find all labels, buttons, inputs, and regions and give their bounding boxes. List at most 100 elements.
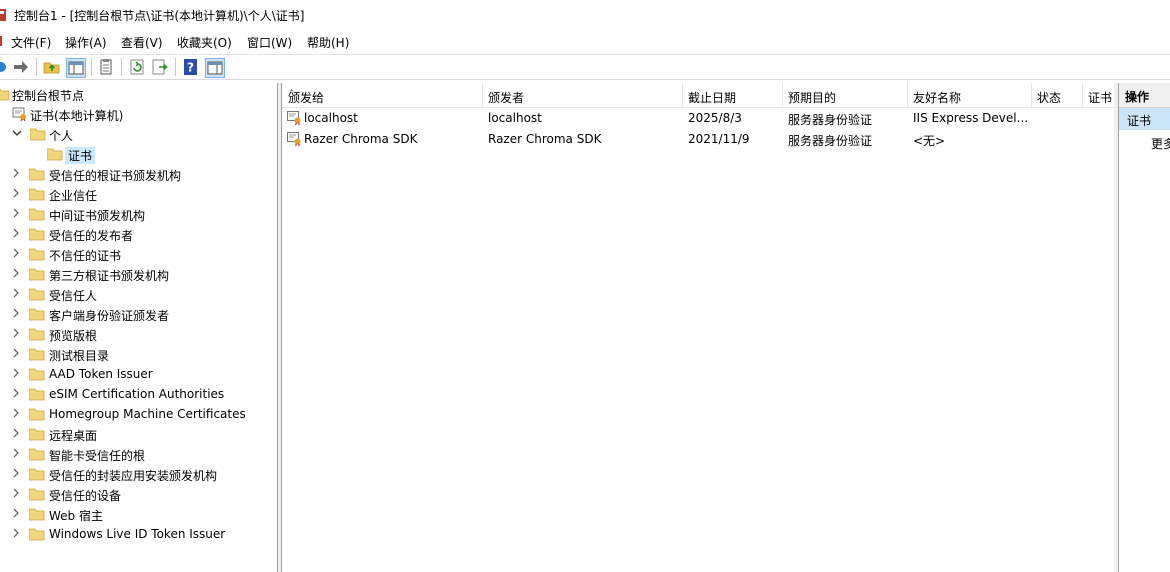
tree-node-store[interactable]: 预览版根 bbox=[0, 324, 277, 344]
tree-node-store[interactable]: Homegroup Machine Certificates bbox=[0, 404, 277, 424]
chevron-right-icon[interactable] bbox=[11, 248, 21, 258]
table-row[interactable]: localhost localhost 2025/8/3 服务器身份验证 IIS… bbox=[282, 108, 1114, 129]
help-icon[interactable]: ? bbox=[182, 58, 200, 76]
menu-view[interactable]: 查看(V) bbox=[121, 34, 163, 51]
toolbar-separator bbox=[91, 58, 92, 76]
folder-icon bbox=[47, 148, 63, 161]
chevron-right-icon[interactable] bbox=[11, 268, 21, 278]
tree-node-label: 不信任的证书 bbox=[49, 249, 122, 263]
chevron-right-icon[interactable] bbox=[11, 188, 21, 198]
menu-action[interactable]: 操作(A) bbox=[65, 34, 107, 51]
forward-icon[interactable] bbox=[12, 58, 30, 76]
chevron-right-icon[interactable] bbox=[11, 288, 21, 298]
tree-node-store[interactable]: 受信任的封装应用安装颁发机构 bbox=[0, 464, 277, 484]
actions-pane: 操作 证书 更多 bbox=[1118, 83, 1170, 572]
chevron-right-icon[interactable] bbox=[11, 308, 21, 318]
properties-icon[interactable] bbox=[97, 58, 115, 76]
menu-window[interactable]: 窗口(W) bbox=[247, 34, 292, 51]
chevron-right-icon[interactable] bbox=[11, 508, 21, 518]
column-header-certificate-template[interactable]: 证书 bbox=[1082, 83, 1114, 107]
chevron-down-icon[interactable] bbox=[12, 128, 22, 138]
chevron-right-icon[interactable] bbox=[11, 328, 21, 338]
chevron-right-icon[interactable] bbox=[11, 348, 21, 358]
chevron-right-icon[interactable] bbox=[11, 388, 21, 398]
chevron-right-icon[interactable] bbox=[11, 488, 21, 498]
tree-node-store[interactable]: 受信任的根证书颁发机构 bbox=[0, 164, 277, 184]
menu-bar: 文件(F) 操作(A) 查看(V) 收藏夹(O) 窗口(W) 帮助(H) bbox=[0, 31, 1170, 53]
folder-icon bbox=[29, 248, 45, 261]
tree-node-store[interactable]: 第三方根证书颁发机构 bbox=[0, 264, 277, 284]
show-hide-tree-icon[interactable] bbox=[66, 58, 86, 78]
tree-node-certificates-local-computer[interactable]: 证书(本地计算机) bbox=[0, 104, 277, 124]
list-header: 颁发给 ⌃ 颁发者 截止日期 预期目的 友好名称 状态 证书 bbox=[282, 83, 1114, 108]
chevron-right-icon[interactable] bbox=[11, 528, 21, 538]
console-app-icon bbox=[0, 9, 6, 21]
folder-icon bbox=[29, 268, 45, 281]
svg-text:?: ? bbox=[187, 61, 194, 75]
tree-node-store[interactable]: 中间证书颁发机构 bbox=[0, 204, 277, 224]
menu-favorites[interactable]: 收藏夹(O) bbox=[177, 34, 232, 51]
tree-node-store[interactable]: 不信任的证书 bbox=[0, 244, 277, 264]
chevron-right-icon[interactable] bbox=[11, 448, 21, 458]
chevron-right-icon[interactable] bbox=[11, 228, 21, 238]
tree-node-label: Homegroup Machine Certificates bbox=[49, 407, 246, 421]
certificate-icon bbox=[287, 111, 301, 125]
tree-node-store[interactable]: 受信任的发布者 bbox=[0, 224, 277, 244]
tree-node-personal[interactable]: 个人 bbox=[0, 124, 277, 144]
tree-node-store[interactable]: Windows Live ID Token Issuer bbox=[0, 524, 277, 544]
folder-icon bbox=[29, 328, 45, 341]
console-tree-pane: 控制台根节点 证书(本地计算机) 个人 证书 受信任的根证书颁发机构 企业信任 bbox=[0, 83, 278, 572]
up-folder-icon[interactable] bbox=[43, 58, 61, 76]
chevron-right-icon[interactable] bbox=[11, 368, 21, 378]
tree-node-store[interactable]: 测试根目录 bbox=[0, 344, 277, 364]
chevron-right-icon[interactable] bbox=[11, 408, 21, 418]
export-list-icon[interactable] bbox=[151, 58, 169, 76]
toolbar-separator bbox=[175, 58, 176, 76]
show-hide-action-pane-icon[interactable] bbox=[205, 58, 225, 78]
table-row[interactable]: Razer Chroma SDK Razer Chroma SDK 2021/1… bbox=[282, 129, 1114, 150]
title-bar: 控制台1 - [控制台根节点\证书(本地计算机)\个人\证书] bbox=[0, 0, 1170, 30]
tree-node-store[interactable]: 智能卡受信任的根 bbox=[0, 444, 277, 464]
tree-node-store[interactable]: 客户端身份验证颁发者 bbox=[0, 304, 277, 324]
actions-section-certificates[interactable]: 证书 bbox=[1119, 108, 1170, 130]
tree-node-store[interactable]: Web 宿主 bbox=[0, 504, 277, 524]
column-header-issued-by[interactable]: 颁发者 bbox=[482, 83, 683, 107]
column-header-status[interactable]: 状态 bbox=[1031, 83, 1083, 107]
tree-node-label: 企业信任 bbox=[49, 189, 98, 203]
folder-icon bbox=[29, 228, 45, 241]
column-header-intended-purposes[interactable]: 预期目的 bbox=[782, 83, 908, 107]
tree-node-store[interactable]: 企业信任 bbox=[0, 184, 277, 204]
window-title: 控制台1 - [控制台根节点\证书(本地计算机)\个人\证书] bbox=[14, 9, 305, 23]
refresh-icon[interactable] bbox=[128, 58, 146, 76]
tree-node-label: 证书 bbox=[65, 147, 96, 164]
chevron-right-icon[interactable] bbox=[11, 468, 21, 478]
chevron-right-icon[interactable] bbox=[11, 168, 21, 178]
more-actions-link[interactable]: 更多 bbox=[1151, 135, 1170, 152]
tree-node-store[interactable]: 远程桌面 bbox=[0, 424, 277, 444]
tree-node-personal-certificates[interactable]: 证书 bbox=[0, 144, 277, 164]
chevron-right-icon[interactable] bbox=[11, 208, 21, 218]
cell-issued-by: Razer Chroma SDK bbox=[488, 132, 602, 146]
tree-node-label: 受信任的根证书颁发机构 bbox=[49, 169, 182, 183]
chevron-right-icon[interactable] bbox=[11, 428, 21, 438]
folder-icon bbox=[29, 488, 45, 501]
tree-node-label: 受信任的封装应用安装颁发机构 bbox=[49, 469, 218, 483]
column-header-issued-to[interactable]: 颁发给 ⌃ bbox=[282, 83, 483, 107]
cell-issued-to: localhost bbox=[304, 111, 358, 125]
column-header-expiration-date[interactable]: 截止日期 bbox=[682, 83, 783, 107]
tree-node-label: 控制台根节点 bbox=[12, 89, 85, 103]
tree-node-store[interactable]: AAD Token Issuer bbox=[0, 364, 277, 384]
column-header-friendly-name[interactable]: 友好名称 bbox=[907, 83, 1032, 107]
tree-node-label: eSIM Certification Authorities bbox=[49, 387, 225, 401]
menu-help[interactable]: 帮助(H) bbox=[307, 34, 349, 51]
tree-node-label: 测试根目录 bbox=[49, 349, 110, 363]
tree-node-store[interactable]: 受信任的设备 bbox=[0, 484, 277, 504]
folder-icon bbox=[0, 88, 10, 101]
tree-node-label: 个人 bbox=[49, 129, 74, 143]
tree-node-store[interactable]: 受信任人 bbox=[0, 284, 277, 304]
certificate-icon bbox=[287, 132, 301, 146]
tree-node-console-root[interactable]: 控制台根节点 bbox=[0, 84, 277, 104]
menu-file[interactable]: 文件(F) bbox=[11, 34, 51, 51]
back-icon[interactable] bbox=[0, 58, 10, 76]
tree-node-store[interactable]: eSIM Certification Authorities bbox=[0, 384, 277, 404]
